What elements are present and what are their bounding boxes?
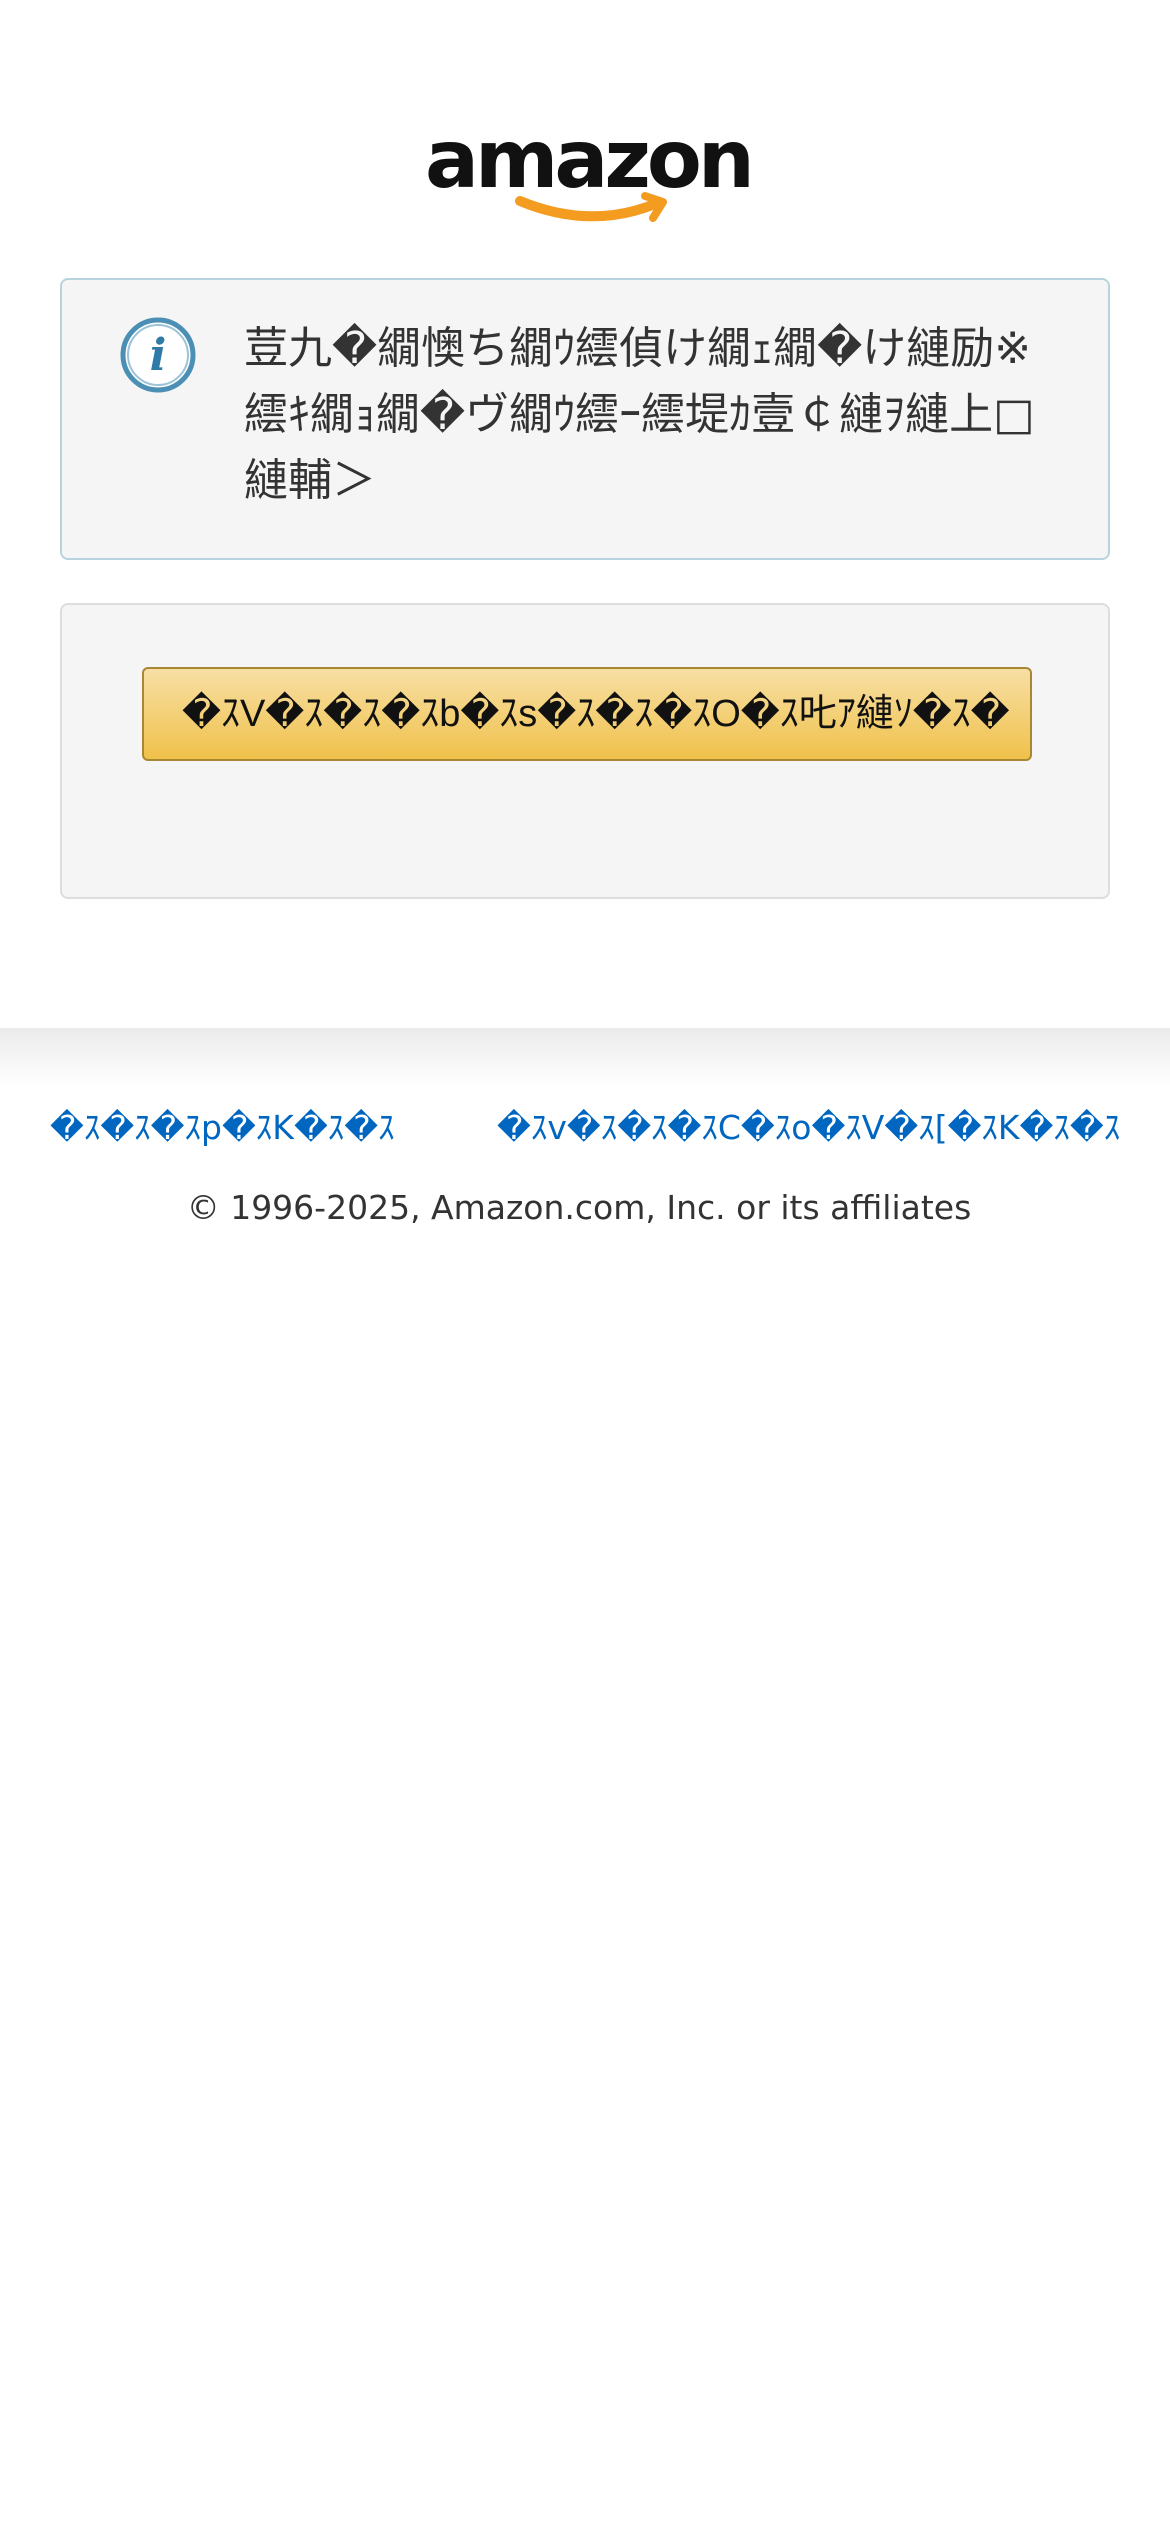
info-message: 荳九�繝懊ち繝ｳ繧偵け繝ｪ繝�け縺励※繧ｷ繝ｮ繝�ヴ繝ｳ繧ｰ繧堤ｶ壹￠縺ｦ縺上□… [244,323,1035,506]
copyright-text: © 1996-2025, Amazon.com, Inc. or its aff… [186,1188,972,1227]
header: amazon [0,118,1170,230]
info-alert-box: i 荳九�繝懊ち繝ｳ繧偵け繝ｪ繝�け縺励※繧ｷ繝ｮ繝�ヴ繝ｳ繧ｰ繧堤ｶ壹￠縺ｦ縺… [60,278,1110,560]
footer-link-privacy-notice[interactable]: �ｽv�ｽ�ｽ�ｽC�ｽo�ｽV�ｽ[�ｽK�ｽ�ｽ [497,1108,1120,1148]
page: amazon i 荳九�繝懊ち繝ｳ繧偵け繝ｪ繝�け縺励※繧ｷ繝ｮ繝�ヴ繝ｳ繧ｰ繧… [0,0,1170,2532]
svg-text:i: i [150,330,167,381]
continue-shopping-button[interactable]: �ｽV�ｽ�ｽ�ｽb�ｽs�ｽ�ｽ�ｽO�ｽ𠮟ｱ縺ｿ�ｽ� [142,667,1032,761]
footer-divider [0,1028,1170,1088]
amazon-logo: amazon [425,118,755,230]
footer-links: �ｽ�ｽ�ｽp�ｽK�ｽ�ｽ �ｽv�ｽ�ｽ�ｽC�ｽo�ｽV�ｽ[�ｽK�ｽ�… [0,1108,1170,1148]
info-icon: i [120,317,196,393]
amazon-smile-icon [515,192,667,222]
footer-link-conditions-of-use[interactable]: �ｽ�ｽ�ｽp�ｽK�ｽ�ｽ [50,1108,395,1148]
action-box: �ｽV�ｽ�ｽ�ｽb�ｽs�ｽ�ｽ�ｽO�ｽ𠮟ｱ縺ｿ�ｽ� [60,603,1110,899]
